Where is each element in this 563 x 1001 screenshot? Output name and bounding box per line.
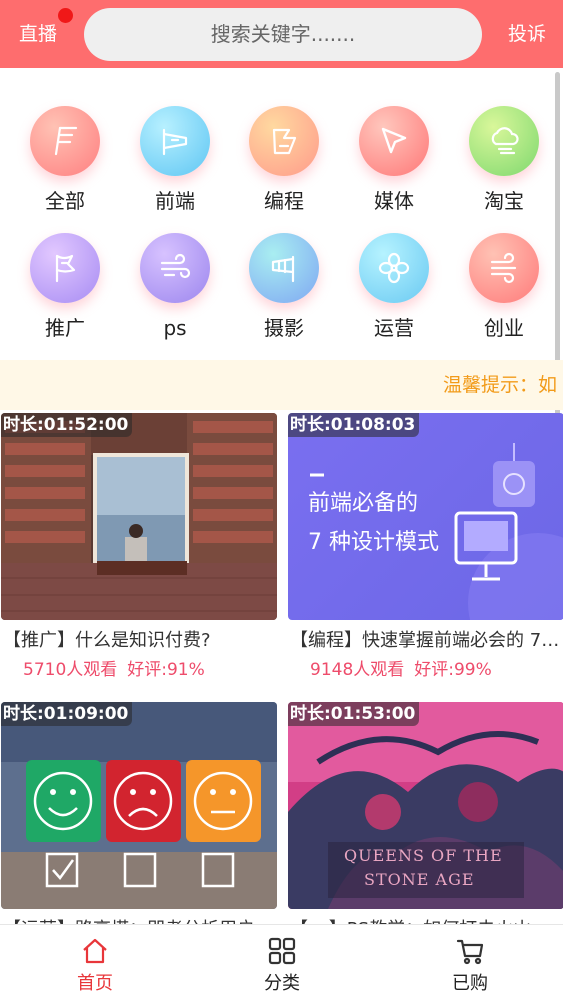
category-label: 前端 [155,189,195,213]
category-label: 编程 [264,189,304,213]
thumbnail-text-line1: 前端必备的 [308,491,419,516]
duration-badge: 时长:01:52:00 [1,413,133,437]
category-operations[interactable]: 运营 [344,233,444,343]
category-label: 推广 [45,316,85,340]
category-ps[interactable]: ps [125,233,225,343]
view-count: 5710人观看 [23,660,118,680]
page: 直播 搜索关键字....... 投诉 全部 前端 编程 媒体 淘宝 推广 ps … [0,0,563,1001]
search-input[interactable]: 搜索关键字....... [84,8,482,61]
notice-bar: 温馨提示：如 [0,360,563,410]
rating: 好评:99% [414,660,492,680]
tab-category[interactable]: 分类 [222,925,342,1001]
category-all[interactable]: 全部 [15,106,115,216]
home-icon [83,938,107,964]
windsock-icon [249,233,319,303]
cloud-wind-icon [469,106,539,176]
thumbnail-text-line1: QUEENS OF THE [344,846,503,865]
video-title[interactable]: 【编程】快速掌握前端必会的 7 种设计模式 [290,629,563,653]
rating: 好评:91% [127,660,205,680]
thumbnail-text-line2: STONE AGE [364,870,475,889]
category-photography[interactable]: 摄影 [234,233,334,343]
duration-badge: 时长:01:09:00 [1,702,133,726]
category-label: 淘宝 [484,189,524,213]
wind-icon [140,233,210,303]
top-header: 直播 搜索关键字....... 投诉 [0,0,563,68]
bottom-tab-bar: 首页 分类 已购 [0,924,563,1001]
category-label: 全部 [45,189,85,213]
category-label: 媒体 [374,189,414,213]
wind-lines-icon [469,233,539,303]
tab-label: 已购 [452,973,488,994]
duration-badge: 时长:01:08:03 [288,413,420,437]
search-placeholder: 搜索关键字....... [210,22,356,46]
video-thumbnail[interactable]: 前端必备的 7 种设计模式 时长:01:08:03 [288,413,563,620]
complain-button[interactable]: 投诉 [508,22,546,46]
tab-home[interactable]: 首页 [35,925,155,1001]
notice-text: 温馨提示：如 [443,374,558,396]
grid-icon [268,937,296,965]
cursor-icon [359,106,429,176]
flag-icon [30,106,100,176]
video-thumbnail[interactable]: 时长:01:52:00 [1,413,277,620]
megaphone-icon [140,106,210,176]
tab-purchased[interactable]: 已购 [410,925,530,1001]
category-media[interactable]: 媒体 [344,106,444,216]
video-thumbnail[interactable]: 时长:01:09:00 [1,702,277,909]
category-promotion[interactable]: 推广 [15,233,115,343]
duration-badge: 时长:01:53:00 [288,702,420,726]
category-label: 创业 [484,316,524,340]
category-startup[interactable]: 创业 [454,233,554,343]
category-label: ps [163,316,187,340]
category-label: 运营 [374,316,414,340]
edit-icon [249,106,319,176]
flag-pennant-icon [30,233,100,303]
tab-label: 分类 [264,973,300,994]
live-button[interactable]: 直播 [19,22,57,46]
category-frontend[interactable]: 前端 [125,106,225,216]
thumbnail-text-line2: 7 种设计模式 [308,530,439,555]
flower-icon [359,233,429,303]
video-meta: 5710人观看 好评:91% [23,659,205,681]
cart-icon [456,939,484,965]
tab-label: 首页 [77,973,113,994]
video-meta: 9148人观看 好评:99% [310,659,492,681]
category-taobao[interactable]: 淘宝 [454,106,554,216]
category-label: 摄影 [264,316,304,340]
live-indicator-dot [58,8,73,23]
category-programming[interactable]: 编程 [234,106,334,216]
video-thumbnail[interactable]: QUEENS OF THE STONE AGE 时长:01:53:00 [288,702,563,909]
video-title[interactable]: 【推广】什么是知识付费? [3,629,277,653]
view-count: 9148人观看 [310,660,405,680]
